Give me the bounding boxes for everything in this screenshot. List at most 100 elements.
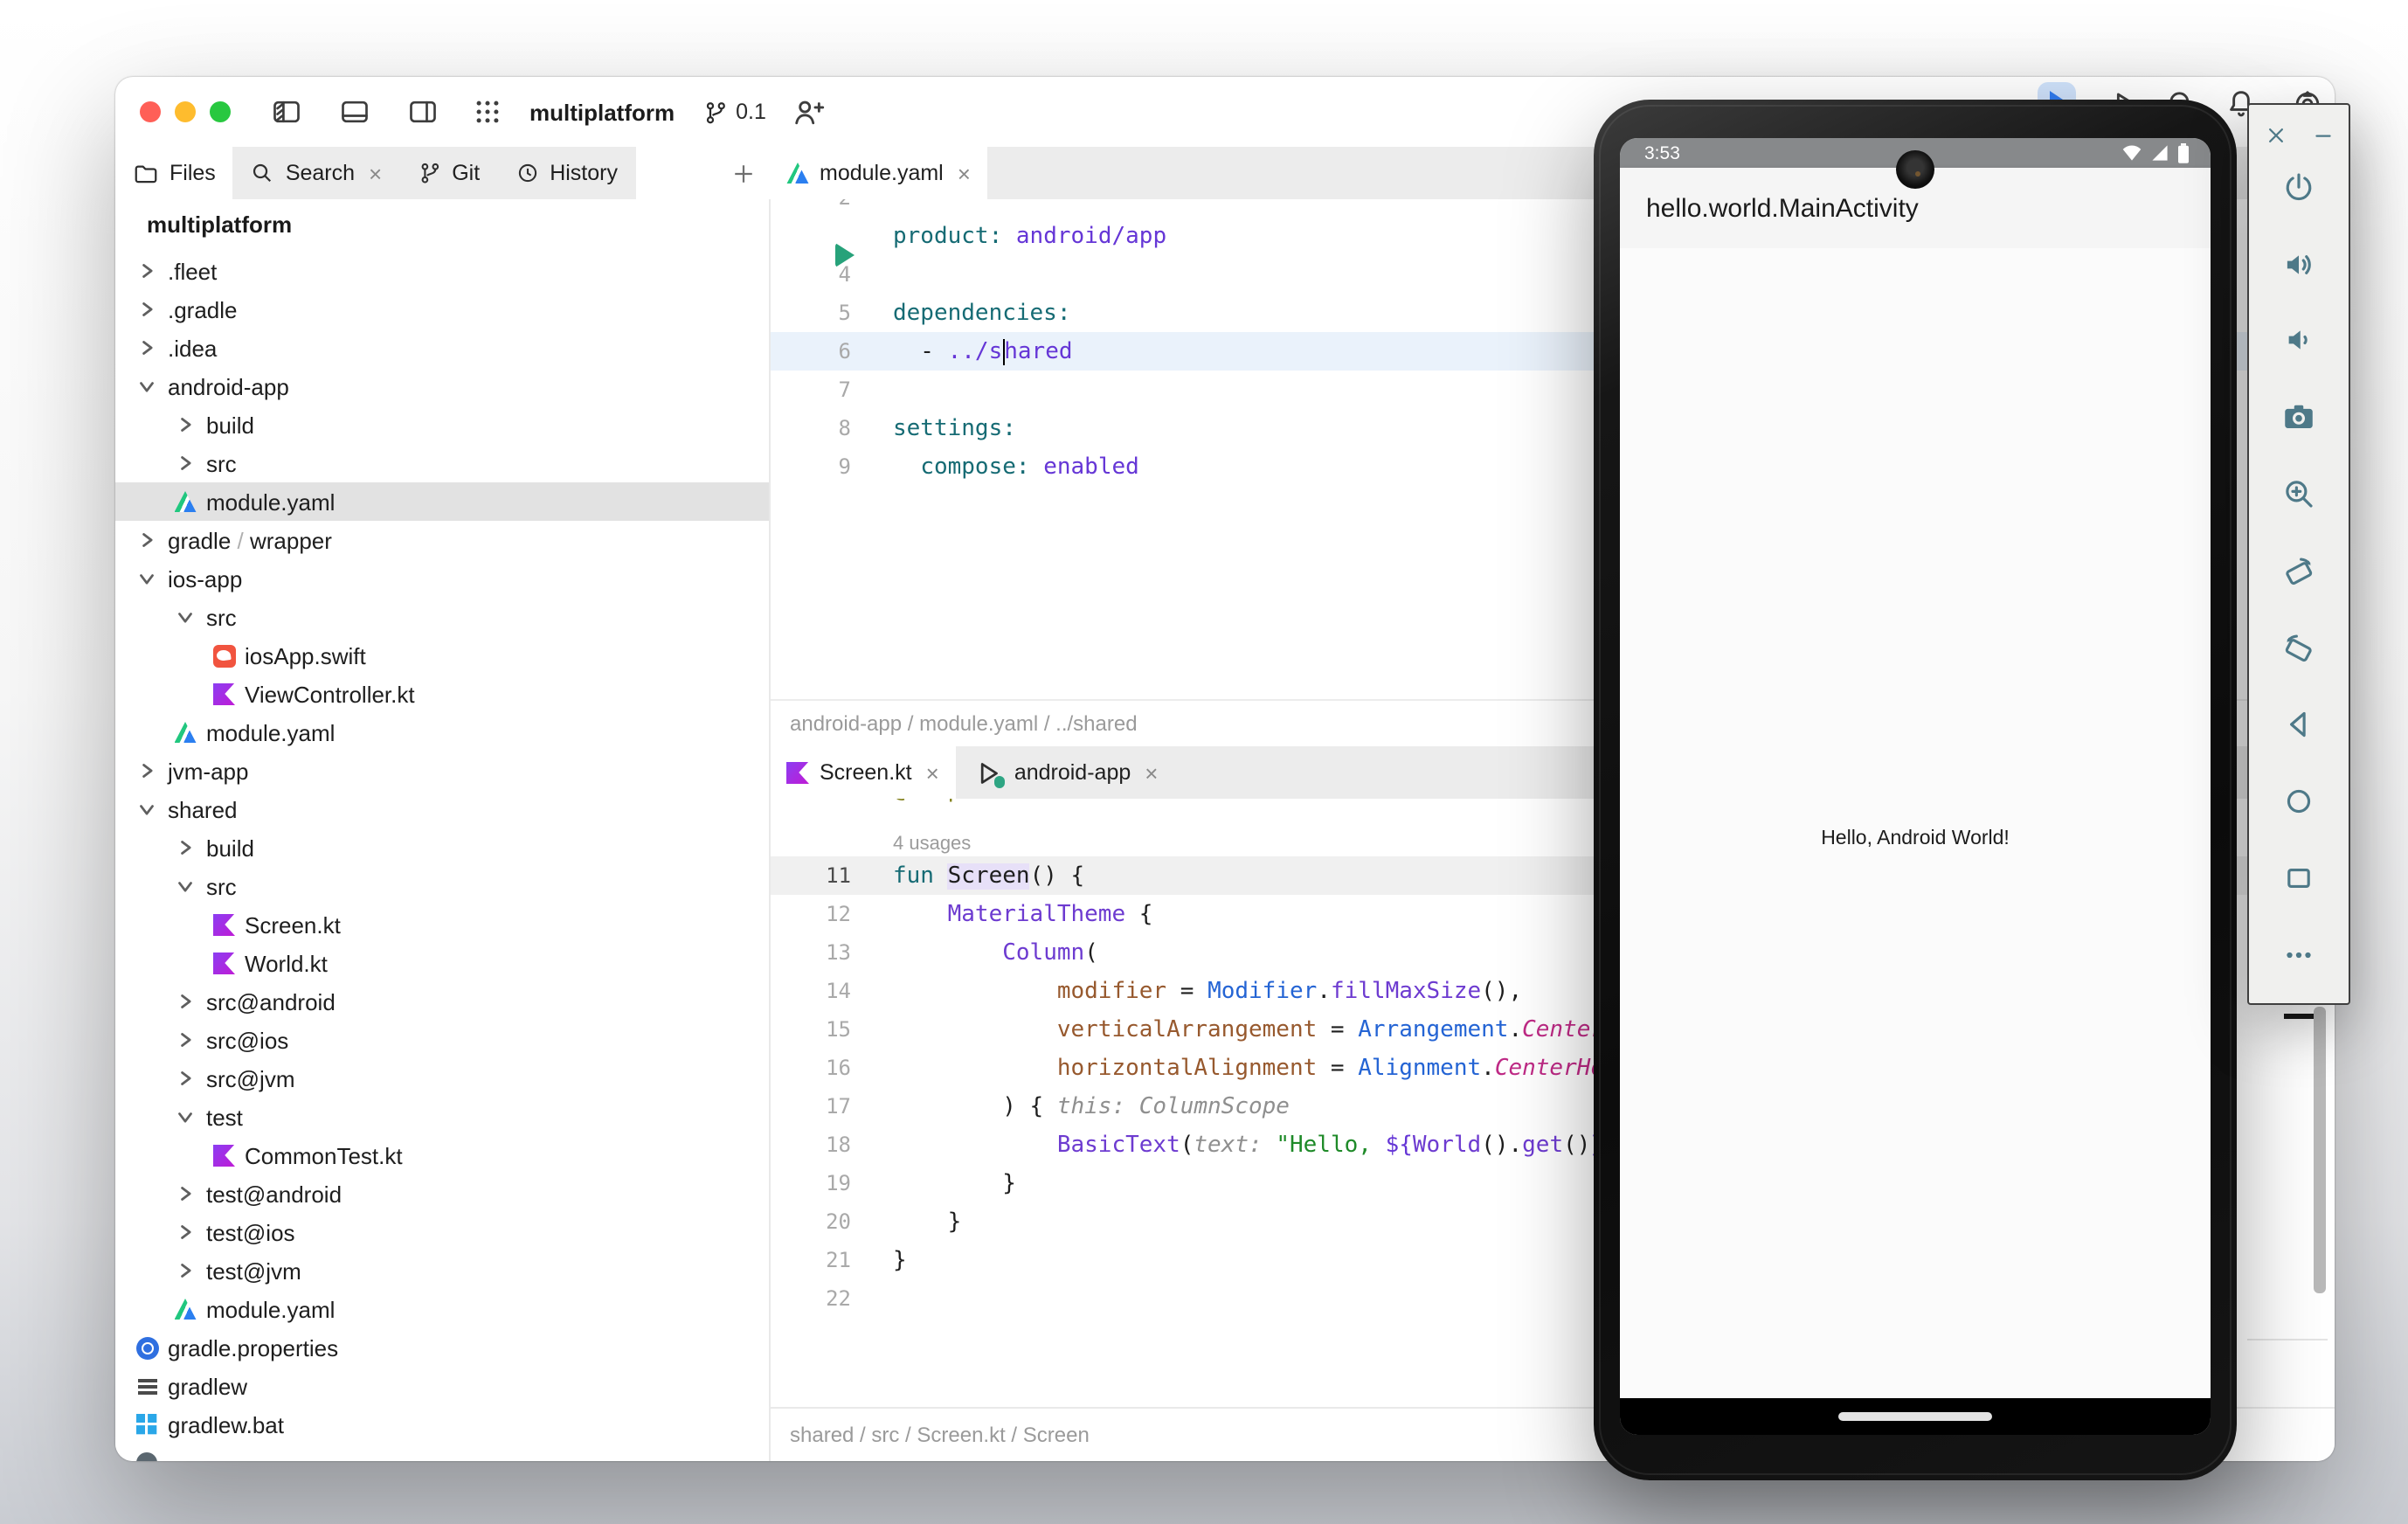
minimize-icon[interactable] — [2303, 115, 2342, 154]
line-number: 21 — [769, 1248, 865, 1272]
tree-item-build[interactable]: build — [115, 405, 769, 444]
tree-item-label: module.yaml — [206, 719, 335, 745]
line-number: 18 — [769, 1133, 865, 1157]
tree-item-test[interactable]: test — [115, 1098, 769, 1136]
tree-item-src[interactable]: src — [115, 598, 769, 636]
tree-item-src-jvm[interactable]: src@jvm — [115, 1059, 769, 1098]
tab-module-yaml-label: module.yaml — [820, 161, 944, 185]
tree-item-module-yaml[interactable]: module.yaml — [115, 713, 769, 752]
minimize-window-button[interactable] — [175, 101, 196, 122]
tree-item-gradlew[interactable]: gradlew — [115, 1367, 769, 1405]
tab-search[interactable]: Search × — [233, 147, 399, 199]
tree-item-label: iosApp.swift — [245, 642, 366, 668]
git-branch-widget[interactable]: 0.1 — [702, 99, 766, 125]
panel-left-icon[interactable] — [269, 94, 304, 129]
rotate-left-button[interactable] — [2276, 547, 2322, 592]
file-tree: .fleet.gradle.ideaandroid-appbuildsrcmod… — [115, 252, 769, 1461]
collaborate-add-person-icon[interactable] — [791, 94, 826, 129]
volume-up-button[interactable] — [2276, 241, 2322, 287]
tree-item-label: src@ios — [206, 1027, 288, 1053]
tree-item-idea[interactable]: .idea — [115, 329, 769, 367]
line-number: 13 — [769, 940, 865, 965]
home-button[interactable] — [2276, 778, 2322, 823]
tree-item-jvm-app[interactable]: jvm-app — [115, 752, 769, 790]
kotlin-file-icon — [786, 761, 809, 784]
panel-divider[interactable] — [769, 199, 771, 1461]
more-button[interactable] — [2276, 932, 2322, 977]
screenshot-camera-button[interactable] — [2276, 393, 2322, 439]
tree-item-iosapp-swift[interactable]: iosApp.swift — [115, 636, 769, 675]
tree-item-android-app[interactable]: android-app — [115, 367, 769, 405]
gesture-pill[interactable] — [1838, 1412, 1992, 1421]
tree-item-src-ios[interactable]: src@ios — [115, 1021, 769, 1059]
tree-item-label: gradle / wrapper — [168, 527, 332, 553]
tree-item-screen-kt[interactable]: Screen.kt — [115, 905, 769, 944]
chevron-right-icon — [171, 1064, 199, 1092]
power-button[interactable] — [2276, 164, 2322, 210]
tree-item-world-kt[interactable]: World.kt — [115, 944, 769, 982]
tree-item-test-android[interactable]: test@android — [115, 1174, 769, 1213]
tree-item-src[interactable]: src — [115, 444, 769, 482]
amper-file-icon — [171, 718, 199, 746]
tree-item-gradle-wrapper[interactable]: gradle / wrapper — [115, 521, 769, 559]
tab-git[interactable]: Git — [399, 147, 497, 199]
tree-item-module-yaml[interactable]: module.yaml — [115, 1290, 769, 1328]
close-module-yaml-tab-icon[interactable]: × — [958, 160, 971, 186]
tree-item-label: test — [206, 1104, 243, 1130]
chevron-right-icon — [133, 526, 161, 554]
app-content[interactable]: Hello, Android World! — [1620, 248, 2211, 1398]
close-search-tab-icon[interactable]: × — [369, 160, 382, 186]
code-text: - ../shared — [893, 338, 1073, 364]
tab-history[interactable]: History — [497, 147, 635, 199]
tab-files[interactable]: Files — [115, 147, 233, 199]
panel-right-icon[interactable] — [405, 94, 440, 129]
tree-item-test-ios[interactable]: test@ios — [115, 1213, 769, 1251]
new-tab-plus-button[interactable] — [716, 147, 769, 199]
line-number: 16 — [769, 1056, 865, 1080]
tree-item-gradle-properties[interactable]: gradle.properties — [115, 1328, 769, 1367]
tree-item-item[interactable] — [115, 1444, 769, 1461]
zoom-window-button[interactable] — [210, 101, 231, 122]
tree-item-ios-app[interactable]: ios-app — [115, 559, 769, 598]
overview-button[interactable] — [2276, 855, 2322, 900]
tab-module-yaml[interactable]: module.yaml × — [769, 147, 988, 199]
line-number: 2 — [769, 199, 865, 210]
emulator-screen[interactable]: 3:53 hello.world.MainActivity Hello, And… — [1620, 138, 2211, 1435]
tree-item-viewcontroller-kt[interactable]: ViewController.kt — [115, 675, 769, 713]
code-text: @Composable — [893, 799, 1043, 803]
files-panel: multiplatform .fleet.gradle .idea android-… — [115, 199, 769, 1461]
desktop: multiplatform 0.1 — [0, 0, 2408, 1524]
tab-screen-kt-label: Screen.kt — [820, 760, 912, 785]
editor-right-scrollbar[interactable] — [2314, 1007, 2326, 1293]
project-root-label: multiplatform — [147, 206, 292, 245]
tree-item-gradlew-bat[interactable]: gradlew.bat — [115, 1405, 769, 1444]
tree-item-label: .idea — [168, 335, 217, 361]
kotlin-file-icon — [210, 949, 238, 977]
code-text: ) { this: ColumnScope — [893, 1093, 1290, 1119]
tree-item-fleet[interactable]: .fleet — [115, 252, 769, 290]
tree-item-label: gradlew — [168, 1373, 247, 1399]
tree-item-src[interactable]: src — [115, 867, 769, 905]
zoom-in-button[interactable] — [2276, 470, 2322, 516]
tab-screen-kt[interactable]: Screen.kt × — [769, 746, 957, 799]
back-button[interactable] — [2276, 701, 2322, 746]
tree-item-test-jvm[interactable]: test@jvm — [115, 1251, 769, 1290]
rotate-right-button[interactable] — [2276, 624, 2322, 669]
close-screen-kt-tab-icon[interactable]: × — [926, 759, 939, 786]
close-window-button[interactable] — [140, 101, 161, 122]
tree-item-commontest-kt[interactable]: CommonTest.kt — [115, 1136, 769, 1174]
close-android-app-tab-icon[interactable]: × — [1145, 759, 1158, 786]
close-icon[interactable] — [2256, 115, 2294, 154]
line-number: 9 — [769, 454, 865, 479]
tree-item-module-yaml[interactable]: module.yaml — [115, 482, 769, 521]
workspaces-grid-icon[interactable] — [470, 94, 505, 129]
tree-item-shared[interactable]: shared — [115, 790, 769, 828]
tree-item-build[interactable]: build — [115, 828, 769, 867]
tree-item-src-android[interactable]: src@android — [115, 982, 769, 1021]
volume-down-button[interactable] — [2276, 316, 2322, 362]
panel-bottom-icon[interactable] — [337, 94, 372, 129]
tree-item-label: module.yaml — [206, 1296, 335, 1322]
tab-android-app-run[interactable]: android-app × — [957, 746, 1176, 799]
tree-item-gradle[interactable]: .gradle — [115, 290, 769, 329]
run-tab-icon — [974, 758, 1004, 787]
